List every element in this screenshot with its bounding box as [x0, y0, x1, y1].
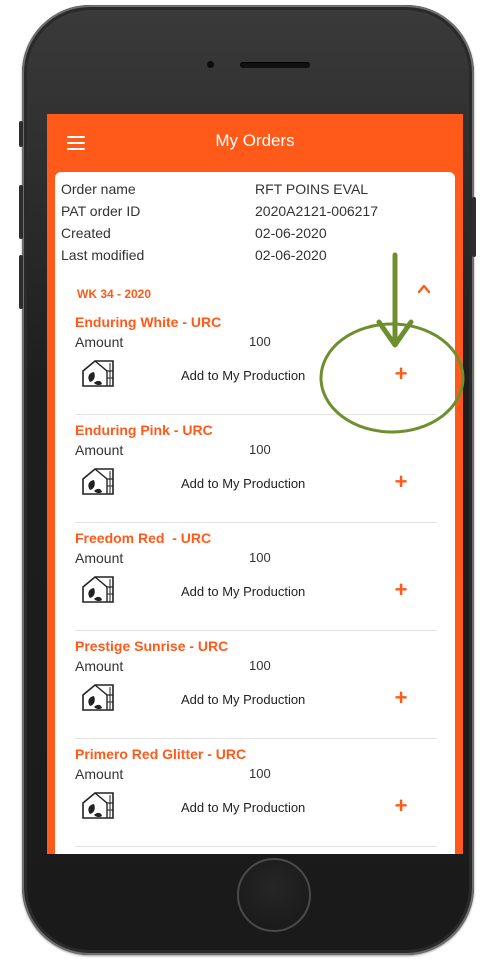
app-header: My Orders [47, 114, 463, 170]
plus-icon[interactable]: + [391, 794, 411, 818]
created-row: Created 02-06-2020 [61, 222, 451, 244]
order-card: Order name RFT POINS EVAL PAT order ID 2… [55, 172, 455, 854]
order-details: Order name RFT POINS EVAL PAT order ID 2… [61, 178, 451, 266]
amount-value: 100 [249, 658, 271, 673]
last-modified-row: Last modified 02-06-2020 [61, 244, 451, 266]
order-item: Enduring Pink - URC Amount 100 Add to My… [75, 422, 437, 530]
add-to-production-button[interactable]: Add to My Production [181, 692, 305, 707]
item-name: Enduring White - URC [75, 314, 222, 330]
amount-value: 100 [249, 442, 271, 457]
amount-label: Amount [75, 658, 124, 674]
plus-icon[interactable]: + [391, 470, 411, 494]
greenhouse-icon [82, 684, 114, 711]
amount-label: Amount [75, 766, 124, 782]
created-label: Created [61, 225, 111, 241]
power-button [472, 197, 476, 257]
volume-up-button [19, 185, 23, 239]
amount-value: 100 [249, 550, 271, 565]
divider [75, 630, 437, 631]
divider [75, 846, 437, 847]
greenhouse-icon [82, 576, 114, 603]
amount-label: Amount [75, 442, 124, 458]
plus-icon[interactable]: + [391, 686, 411, 710]
created-value: 02-06-2020 [255, 225, 327, 241]
order-id-value: 2020A2121-006217 [255, 203, 379, 219]
page-title: My Orders [215, 131, 295, 150]
divider [75, 738, 437, 739]
week-header[interactable]: WK 34 - 2020 [77, 287, 151, 301]
add-to-production-button[interactable]: Add to My Production [181, 800, 305, 815]
add-to-production-button[interactable]: Add to My Production [181, 368, 305, 383]
last-modified-label: Last modified [61, 247, 145, 263]
greenhouse-icon [82, 360, 114, 387]
order-name-row: Order name RFT POINS EVAL [61, 178, 451, 200]
amount-value: 100 [249, 334, 271, 349]
order-id-label: PAT order ID [61, 203, 141, 219]
order-name-label: Order name [61, 181, 136, 197]
plus-icon[interactable]: + [391, 578, 411, 602]
order-item: Enduring White - URC Amount 100 Add to M… [75, 314, 437, 422]
chevron-up-icon[interactable] [417, 282, 431, 296]
front-camera [207, 61, 214, 68]
home-button[interactable] [237, 858, 311, 932]
amount-value: 100 [249, 766, 271, 781]
add-to-production-button[interactable]: Add to My Production [181, 476, 305, 491]
order-id-row: PAT order ID 2020A2121-006217 [61, 200, 451, 222]
order-item: Primero Red Glitter - URC Amount 100 Add… [75, 746, 437, 854]
earpiece-speaker [240, 62, 310, 68]
order-item: Freedom Red - URC Amount 100 Add to My P… [75, 530, 437, 638]
divider [75, 414, 437, 415]
volume-down-button [19, 255, 23, 309]
greenhouse-icon [82, 792, 114, 819]
silent-switch [19, 121, 23, 147]
order-name-value: RFT POINS EVAL [255, 181, 369, 197]
plus-icon[interactable]: + [391, 362, 411, 386]
amount-label: Amount [75, 334, 124, 350]
item-name: Enduring Pink - URC [75, 422, 213, 438]
greenhouse-icon [82, 468, 114, 495]
amount-label: Amount [75, 550, 124, 566]
item-name: Freedom Red - URC [75, 530, 212, 546]
divider [75, 522, 437, 523]
last-modified-value: 02-06-2020 [255, 247, 327, 263]
item-name: Prestige Sunrise - URC [75, 638, 229, 654]
add-to-production-button[interactable]: Add to My Production [181, 584, 305, 599]
item-name: Primero Red Glitter - URC [75, 746, 247, 762]
order-item: Prestige Sunrise - URC Amount 100 Add to… [75, 638, 437, 746]
app-screen: My Orders Order name RFT POINS EVAL PAT … [47, 114, 463, 854]
